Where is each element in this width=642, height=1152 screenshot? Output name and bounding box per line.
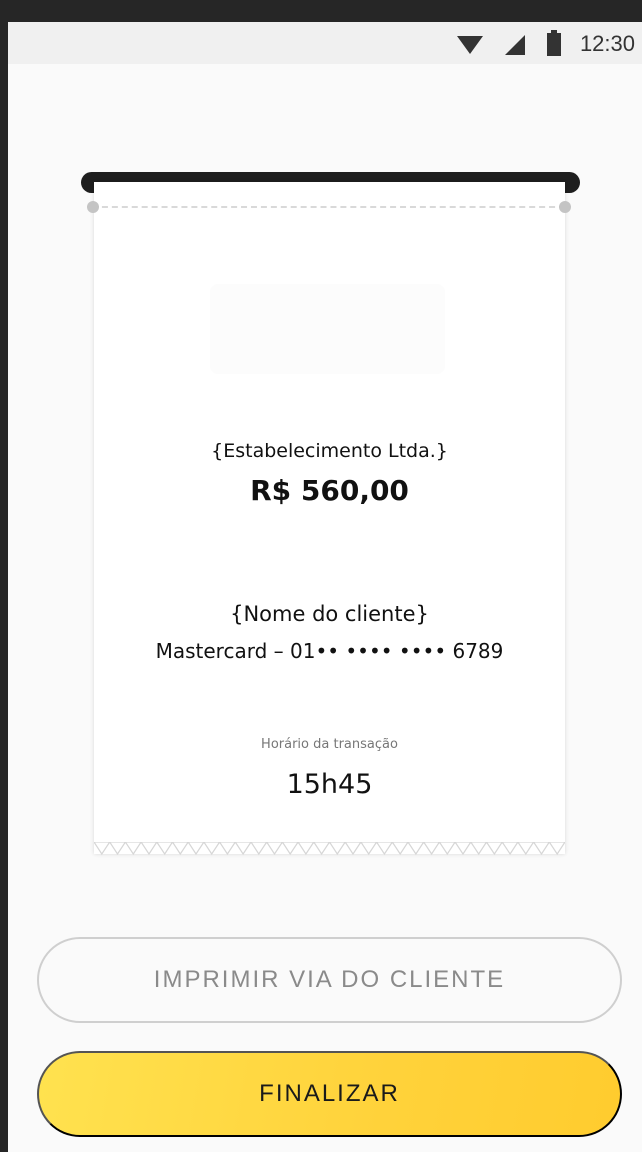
tear-line-left-dot: [87, 201, 99, 213]
receipt-paper: [94, 182, 565, 854]
receipt-tear-line: [92, 206, 565, 208]
signal-icon: [505, 35, 525, 55]
transaction-amount: R$ 560,00: [250, 474, 409, 507]
tear-line-right-dot: [559, 201, 571, 213]
wifi-icon: [457, 36, 483, 54]
merchant-name: {Estabelecimento Ltda.}: [211, 440, 448, 462]
transaction-time-label: Horário da transação: [261, 737, 398, 752]
print-customer-copy-button[interactable]: IMPRIMIR VIA DO CLIENTE: [37, 937, 622, 1023]
battery-icon: [547, 30, 561, 56]
receipt-zigzag-edge: [94, 842, 565, 856]
finish-button[interactable]: FINALIZAR: [37, 1051, 622, 1137]
phone-screen: 12:30 {Estabelecimento Ltda.} R$ 560,00 …: [8, 22, 642, 1152]
card-info: Mastercard – 01•• •••• •••• 6789: [155, 639, 504, 663]
transaction-time: 15h45: [286, 769, 373, 800]
customer-name: {Nome do cliente}: [230, 602, 429, 626]
merchant-logo-placeholder: [210, 284, 445, 374]
status-bar: 12:30: [8, 22, 642, 64]
status-time: 12:30: [579, 31, 635, 56]
